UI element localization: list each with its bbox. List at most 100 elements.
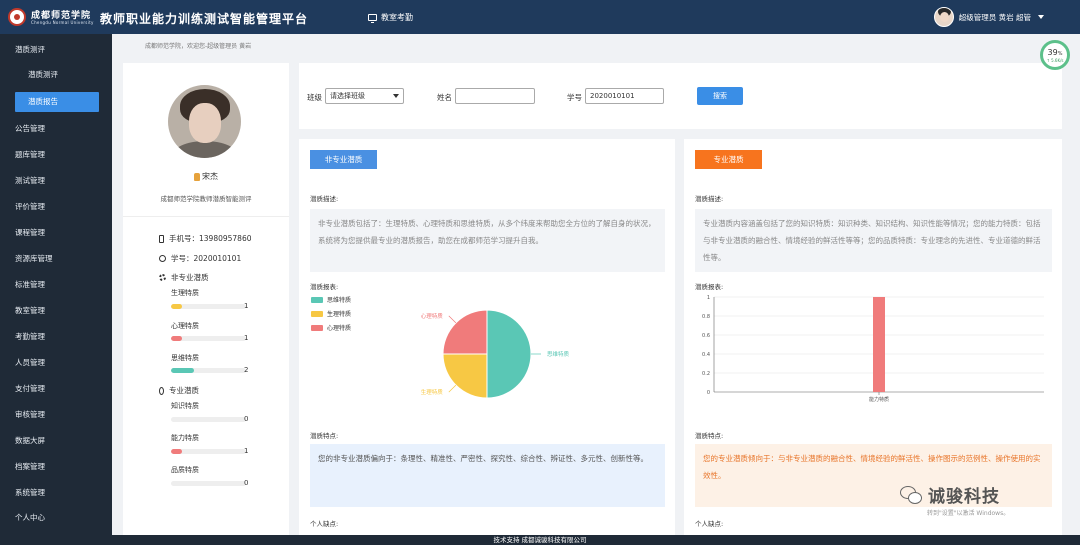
sidebar-item-personnel[interactable]: 人员管理 <box>0 353 112 373</box>
sidebar-item-profile[interactable]: 个人中心 <box>0 508 112 528</box>
trait-value: 1 <box>244 334 249 342</box>
sidebar-item-announcements[interactable]: 公告管理 <box>0 119 112 139</box>
profile-photo <box>168 85 241 158</box>
caret-down-icon <box>1038 15 1044 19</box>
id-icon <box>159 255 166 262</box>
user-icon <box>194 172 200 181</box>
sidebar-item-resources[interactable]: 资源库管理 <box>0 249 112 269</box>
trait-bar <box>171 449 246 454</box>
sidebar-item-evaluation[interactable]: 评价管理 <box>0 197 112 217</box>
nonpro-weak-label: 个人缺点: <box>310 520 339 528</box>
trait-value: 1 <box>244 302 249 310</box>
medal-icon <box>159 386 164 395</box>
nonpro-desc-label: 潜质描述: <box>310 195 339 203</box>
class-select[interactable]: 请选择班级 <box>325 88 404 104</box>
speed-rate: ↑ 5.6K/s <box>1046 58 1064 63</box>
y-tick-label: 0.2 <box>702 371 710 377</box>
trait-bar-fill <box>171 449 183 454</box>
search-button[interactable]: 搜索 <box>697 87 743 105</box>
trait-value: 1 <box>244 447 249 455</box>
pie-label-line <box>448 315 457 324</box>
nonpro-panel: 非专业潜质 潜质描述: 非专业潜质包括了：生理特质、心理特质和思维特质，从多个纬… <box>299 139 675 535</box>
pro-weak-label: 个人缺点: <box>695 520 724 528</box>
profile-student-id: 学号：2020010101 <box>171 254 242 263</box>
trait-bar <box>171 417 246 422</box>
trait-label: 思维特质 <box>171 354 199 362</box>
student-id-label: 学号 <box>567 93 582 102</box>
student-id-input[interactable] <box>585 88 664 104</box>
nonpro-desc-text: 非专业潜质包括了：生理特质、心理特质和思维特质，从多个纬度来帮助您全方位的了解自… <box>310 209 665 272</box>
nav-classroom-attendance[interactable]: 教室考勤 <box>368 12 413 23</box>
y-tick-label: 0 <box>707 390 710 396</box>
sidebar-item-review[interactable]: 审核管理 <box>0 405 112 425</box>
network-speed-meter: 39% ↑ 5.6K/s <box>1040 40 1070 70</box>
sidebar-item-data-screen[interactable]: 数据大屏 <box>0 431 112 451</box>
phone-icon <box>159 234 164 243</box>
pro-tag: 专业潜质 <box>695 150 762 169</box>
profile-phone: 手机号：13980957860 <box>169 234 252 243</box>
class-select-value: 请选择班级 <box>330 92 365 100</box>
profile-name-row: 宋杰 <box>123 171 289 182</box>
profile-card: 宋杰 成都师范学院教师潜质智能测评 手机号：13980957860 学号：202… <box>123 63 289 535</box>
pro-desc-label: 潜质描述: <box>695 195 724 203</box>
sidebar-item-archives[interactable]: 档案管理 <box>0 457 112 477</box>
watermark-text: 诚骏科技 <box>928 487 1000 507</box>
pro-desc-text: 专业潜质内容涵盖包括了您的知识特质：知识种类、知识结构、知识性能等情况；您的能力… <box>695 209 1052 272</box>
pie-slice-label: 思维特质 <box>547 350 570 358</box>
trait-bar-fill <box>171 304 183 309</box>
nonpro-report-label: 潜质报表: <box>310 283 339 291</box>
y-tick-label: 0.8 <box>702 314 710 320</box>
trait-value: 2 <box>244 366 249 374</box>
sidebar-item-standards[interactable]: 标准管理 <box>0 275 112 295</box>
class-label: 班级 <box>307 93 322 102</box>
nav-classroom-attendance-label: 教室考勤 <box>381 13 413 22</box>
profile-id-row: 学号：2020010101 <box>159 253 241 264</box>
sidebar-item-courses[interactable]: 课程管理 <box>0 223 112 243</box>
trait-bar <box>171 368 246 373</box>
sidebar-item-potential-report[interactable]: 潜质报告 <box>15 92 99 112</box>
windows-activation-notice: 转到"设置"以激活 Windows。 <box>927 510 1010 517</box>
y-tick-label: 0.4 <box>702 352 710 358</box>
sidebar-item-classrooms[interactable]: 教室管理 <box>0 301 112 321</box>
sidebar-item-tests[interactable]: 测试管理 <box>0 171 112 191</box>
trait-value: 0 <box>244 415 249 423</box>
user-menu[interactable]: 超级管理员 黄岩 超管 <box>933 7 1044 27</box>
trait-label: 生理特质 <box>171 289 199 297</box>
trait-label: 心理特质 <box>171 322 199 330</box>
sidebar-item-potential-test[interactable]: 潜质测评 <box>0 65 112 85</box>
nonpro-feature-text: 您的非专业潜质偏向于：条理性、精准性、严密性、探究性、综合性、辨证性、多元性、创… <box>310 444 665 507</box>
trait-bar <box>171 481 246 486</box>
trait-bar-fill <box>171 336 183 341</box>
sidebar-item-system[interactable]: 系统管理 <box>0 483 112 503</box>
pro-panel: 专业潜质 潜质描述: 专业潜质内容涵盖包括了您的知识特质：知识种类、知识结构、知… <box>684 139 1062 535</box>
breadcrumb: 成都师范学院，欢迎您-超级管理员 黄岩 <box>145 43 252 50</box>
top-header: 成都师范学院 Chengdu Normal University 教师职业能力训… <box>0 0 1080 34</box>
avatar <box>933 7 954 27</box>
trait-label: 品质特质 <box>171 466 199 474</box>
trait-label: 知识特质 <box>171 402 199 410</box>
sidebar-item-potential-assessment[interactable]: 潜质测评 <box>0 40 112 60</box>
bar-chart: 1 0.8 0.6 0.4 0.2 0 能力特质 <box>702 295 1044 403</box>
platform-title: 教师职业能力训练测试智能管理平台 <box>100 12 309 26</box>
nonpro-tag: 非专业潜质 <box>310 150 377 169</box>
name-input[interactable] <box>455 88 535 104</box>
school-logo-icon <box>8 8 26 26</box>
watermark: 诚骏科技 <box>900 482 1000 507</box>
trait-label: 能力特质 <box>171 434 199 442</box>
nonpro-heading-row: 非专业潜质 <box>159 272 209 283</box>
pie-slice-label: 心理特质 <box>421 312 444 320</box>
pie-slice[interactable] <box>486 309 532 399</box>
pro-feature-label: 潜质特点: <box>695 432 724 440</box>
sidebar-item-attendance[interactable]: 考勤管理 <box>0 327 112 347</box>
profile-org: 成都师范学院教师潜质智能测评 <box>160 195 252 203</box>
pro-heading: 专业潜质 <box>169 386 199 395</box>
sidebar-item-payments[interactable]: 支付管理 <box>0 379 112 399</box>
trait-bar <box>171 336 246 341</box>
footer: 技术支持 成都诚骏科技有限公司 <box>0 535 1080 545</box>
nonpro-heading: 非专业潜质 <box>171 273 209 282</box>
bar[interactable] <box>873 297 885 392</box>
sidebar-item-question-bank[interactable]: 题库管理 <box>0 145 112 165</box>
trait-value: 0 <box>244 479 249 487</box>
profile-phone-row: 手机号：13980957860 <box>159 233 252 244</box>
pie-slice-label: 生理特质 <box>421 388 444 396</box>
